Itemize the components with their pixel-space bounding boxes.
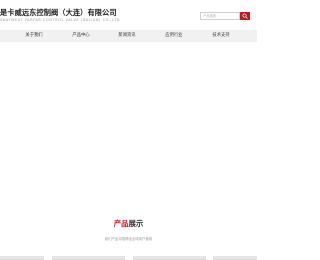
- section-title: 产品展示: [0, 218, 257, 229]
- site-header: 是卡威远东控制阀（大连）有限公司 SKAYWEST FARFAR CONTROL…: [0, 0, 257, 30]
- product-thumbnail[interactable]: [213, 256, 257, 260]
- nav-item-news[interactable]: 新闻资讯: [118, 30, 135, 42]
- nav-item-support[interactable]: 技术支持: [212, 30, 229, 42]
- product-thumbnail[interactable]: [0, 256, 44, 260]
- product-thumbnail[interactable]: [52, 256, 125, 260]
- product-list: [0, 256, 257, 260]
- search-button[interactable]: [240, 12, 250, 20]
- search-box: [200, 12, 250, 20]
- main-nav: 关于我们 产品中心 新闻资讯 应用行业 技术支持: [0, 30, 257, 42]
- nav-item-products[interactable]: 产品中心: [72, 30, 89, 42]
- search-input[interactable]: [200, 12, 240, 20]
- company-name: 是卡威远东控制阀（大连）有限公司: [0, 8, 117, 17]
- product-thumbnail[interactable]: [133, 256, 206, 260]
- section-title-rest: 展示: [128, 219, 144, 228]
- search-icon: [242, 13, 248, 19]
- section-title-accent: 产品: [113, 219, 129, 228]
- company-name-en: SKAYWEST FARFAR CONTROL VALVE (DALIAN) C…: [0, 18, 121, 22]
- section-subtitle: 我们产品将推荐给全球用户使用: [104, 237, 153, 241]
- nav-item-about[interactable]: 关于我们: [25, 30, 42, 42]
- nav-item-industries[interactable]: 应用行业: [165, 30, 182, 42]
